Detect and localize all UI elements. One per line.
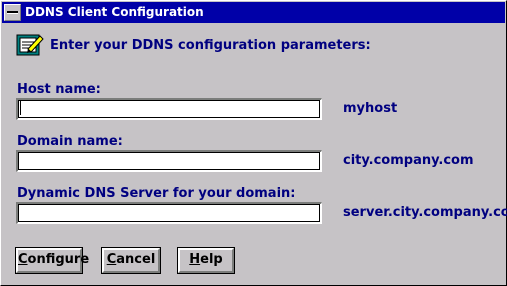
- dns-server-example: server.city.company.com: [343, 205, 507, 220]
- domain-name-example: city.company.com: [343, 153, 474, 168]
- ddns-config-dialog: DDNS Client Configuration Enter your DDN…: [0, 0, 507, 286]
- domain-name-input[interactable]: [16, 150, 322, 172]
- configure-button[interactable]: Configure: [15, 247, 89, 274]
- dns-server-label: Dynamic DNS Server for your domain:: [17, 186, 296, 201]
- dns-server-input[interactable]: [16, 202, 322, 224]
- system-menu-icon: [7, 11, 18, 14]
- help-mnemonic: H: [189, 252, 201, 267]
- cancel-mnemonic: C: [106, 252, 117, 267]
- configure-mnemonic: C: [18, 252, 28, 267]
- domain-name-label: Domain name:: [17, 134, 123, 149]
- cancel-label-rest: ancel: [116, 252, 156, 267]
- text-caret: [20, 101, 21, 115]
- config-icon: [16, 32, 44, 57]
- title-bar[interactable]: DDNS Client Configuration: [2, 2, 505, 23]
- configure-label-rest: onfigure: [27, 252, 90, 267]
- help-button[interactable]: Help: [177, 247, 235, 274]
- help-label-rest: elp: [200, 252, 223, 267]
- host-name-label: Host name:: [17, 82, 101, 97]
- system-menu-button[interactable]: [4, 4, 21, 21]
- window-title: DDNS Client Configuration: [25, 5, 204, 19]
- host-name-example: myhost: [343, 101, 398, 116]
- host-name-input[interactable]: [16, 98, 322, 120]
- header-instructions: Enter your DDNS configuration parameters…: [50, 38, 371, 53]
- cancel-button[interactable]: Cancel: [101, 247, 161, 274]
